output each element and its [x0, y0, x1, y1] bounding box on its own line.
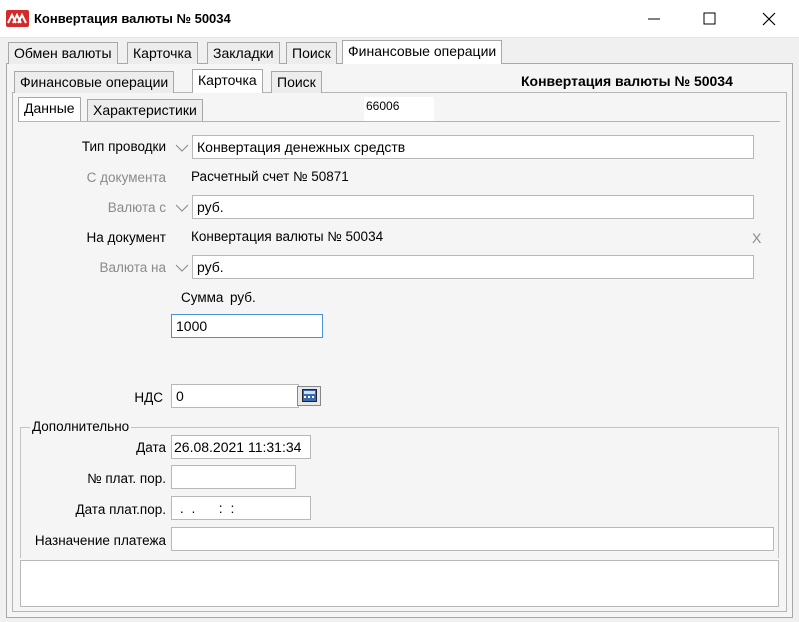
- document-number: 66006: [364, 97, 434, 121]
- app-logo-icon: [6, 10, 29, 27]
- chevron-down-icon[interactable]: [173, 259, 191, 277]
- card-header-title: Конвертация валюты № 50034: [521, 73, 733, 89]
- tab-bookmarks[interactable]: Закладки: [207, 42, 280, 64]
- sum-input[interactable]: 1000: [171, 314, 323, 338]
- additional-group-label: Дополнительно: [30, 419, 132, 434]
- currency-to-field[interactable]: руб.: [192, 255, 754, 279]
- payment-purpose-field[interactable]: [171, 527, 774, 551]
- date-field[interactable]: 26.08.2021 11:31:34: [171, 435, 311, 459]
- tab-data[interactable]: Данные: [18, 97, 81, 121]
- vat-input[interactable]: 0: [171, 384, 299, 408]
- maximize-button[interactable]: [687, 0, 733, 38]
- chevron-down-icon[interactable]: [173, 139, 191, 157]
- calculator-button[interactable]: [297, 386, 321, 406]
- minimize-button[interactable]: [632, 0, 678, 38]
- subtab-search[interactable]: Поиск: [271, 71, 322, 93]
- payment-date-field[interactable]: . . : :: [171, 496, 311, 520]
- calculator-icon: [302, 389, 317, 402]
- clear-document-button[interactable]: X: [752, 230, 761, 246]
- sum-currency: руб.: [230, 290, 256, 305]
- title-bar: Конвертация валюты № 50034: [0, 0, 799, 38]
- to-document-label: На документ: [86, 230, 166, 245]
- from-document-value: Расчетный счет № 50871: [191, 169, 349, 184]
- to-document-value: Конвертация валюты № 50034: [191, 229, 384, 244]
- from-document-label: С документа: [86, 170, 166, 185]
- vat-label: НДС: [134, 390, 163, 405]
- subtab-financial-operations[interactable]: Финансовые операции: [14, 71, 175, 93]
- tab-characteristics[interactable]: Характеристики: [87, 99, 203, 121]
- currency-to-label: Валюта на: [99, 260, 166, 275]
- tab-currency-exchange[interactable]: Обмен валюты: [8, 42, 118, 64]
- sum-label: Сумма: [181, 290, 224, 305]
- entry-type-label: Тип проводки: [81, 139, 166, 154]
- tab-card[interactable]: Карточка: [127, 42, 198, 64]
- currency-from-field[interactable]: руб.: [192, 195, 754, 219]
- payment-purpose-label: Назначение платежа: [34, 533, 166, 548]
- close-button[interactable]: [746, 0, 792, 38]
- tab-financial-operations[interactable]: Финансовые операции: [342, 40, 503, 64]
- subtab-card[interactable]: Карточка: [192, 69, 263, 93]
- currency-from-label: Валюта с: [107, 200, 166, 215]
- notes-textarea[interactable]: [20, 560, 779, 607]
- date-label: Дата: [136, 440, 166, 455]
- entry-type-field[interactable]: Конвертация денежных средств: [192, 135, 754, 159]
- chevron-down-icon[interactable]: [173, 199, 191, 217]
- tab-search[interactable]: Поиск: [286, 42, 337, 64]
- window-title: Конвертация валюты № 50034: [34, 11, 231, 26]
- payment-number-label: № плат. пор.: [87, 471, 166, 486]
- payment-date-label: Дата плат.пор.: [75, 502, 166, 517]
- payment-number-field[interactable]: [171, 465, 296, 489]
